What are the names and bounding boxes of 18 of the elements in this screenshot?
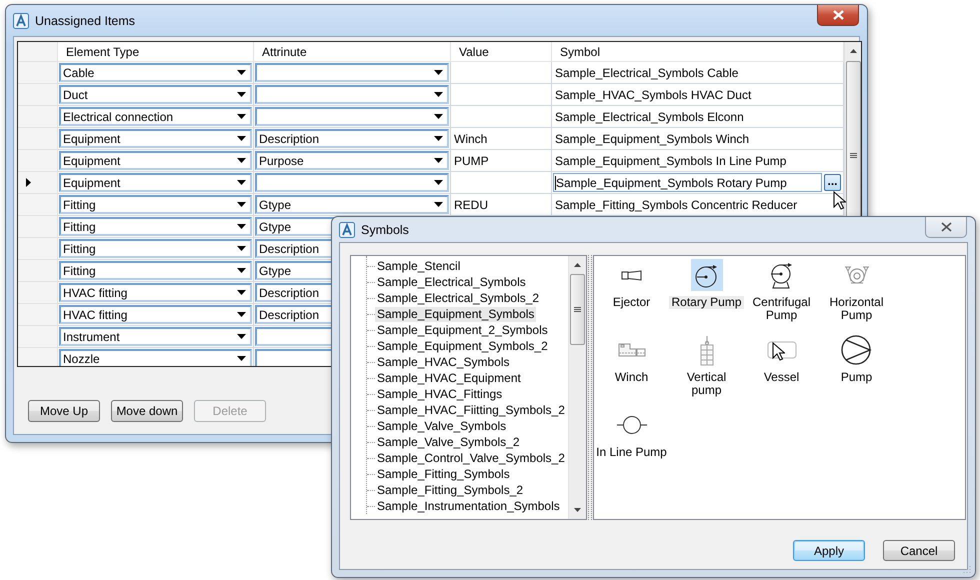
window-title: Unassigned Items — [35, 14, 136, 28]
symbol-label: Rotary Pump — [669, 296, 744, 309]
table-cell: Sample_Equipment_Symbols Winch — [552, 128, 844, 150]
symbol-label: Horizontal Pump — [828, 296, 885, 322]
symbol-label: Vertical pump — [686, 371, 728, 397]
symbol-label: Centrifugal Pump — [751, 296, 812, 322]
symbol-label: Pump — [840, 371, 874, 384]
table-cell: Sample_Equipment_Symbols In Line Pump — [552, 150, 844, 172]
symbol-label: Vessel — [762, 371, 800, 384]
symbol-label: Winch — [614, 371, 650, 384]
table-cell: Sample_Electrical_Symbols Cable — [552, 62, 844, 84]
table-cell: PUMP — [451, 150, 552, 172]
table-cell: Winch — [451, 128, 552, 150]
table-cell: Sample_Electrical_Symbols Elconn — [552, 106, 844, 128]
symbol-label: In Line Pump — [595, 446, 668, 459]
symbol-label: Ejector — [612, 296, 652, 309]
window-title: Symbols — [361, 222, 409, 236]
table-cell: Sample_HVAC_Symbols HVAC Duct — [552, 84, 844, 106]
